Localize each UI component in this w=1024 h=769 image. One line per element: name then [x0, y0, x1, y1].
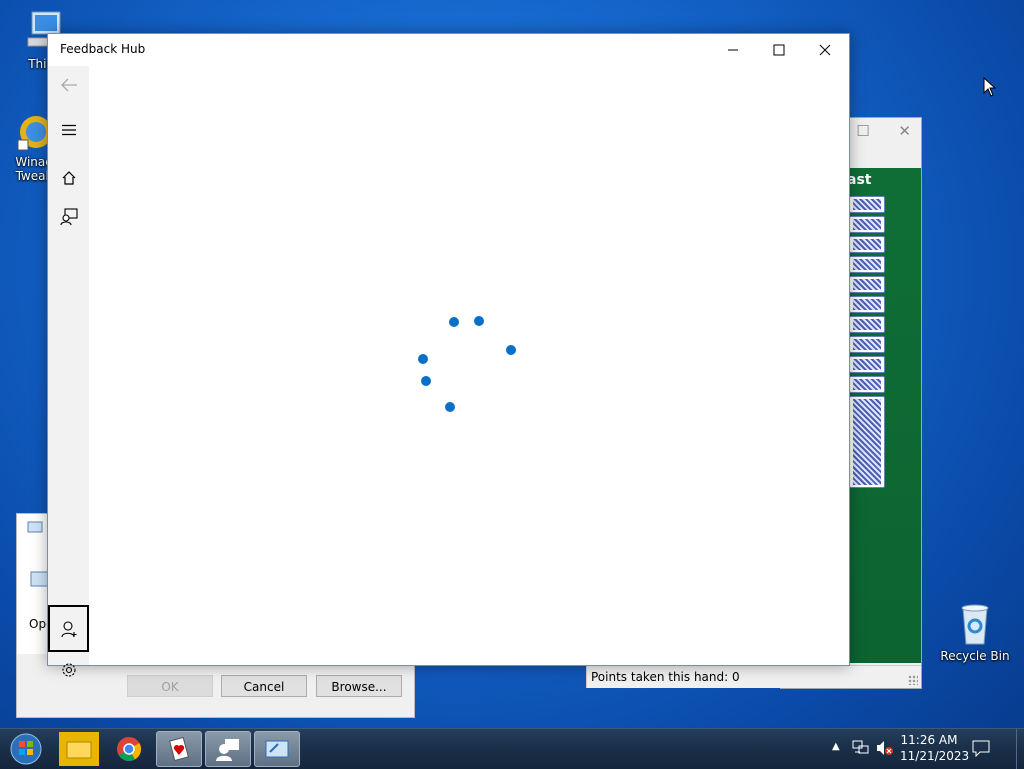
card-back: [849, 196, 885, 213]
card-back: [849, 216, 885, 233]
back-icon: [60, 78, 77, 92]
cancel-button[interactable]: Cancel: [221, 675, 307, 697]
maximize-button[interactable]: [756, 34, 802, 66]
hearts-caption-buttons: ☐ ✕: [856, 122, 911, 140]
card-back: [849, 336, 885, 353]
show-hidden-icons-button[interactable]: ▲: [832, 741, 840, 752]
close-icon: [819, 44, 831, 56]
card-back: [849, 276, 885, 293]
spinner-dot: [474, 316, 484, 326]
feedback-hub-app-icon: [216, 739, 239, 761]
clock-time: 11:26 AM: [900, 733, 958, 747]
run-icon: [27, 521, 43, 533]
card-back: [849, 376, 885, 393]
browse-button[interactable]: Browse...: [316, 675, 402, 697]
card-back: [849, 396, 885, 488]
navigation-rail: [48, 66, 89, 677]
card-back: [849, 256, 885, 273]
taskbar-file-explorer[interactable]: [56, 731, 102, 767]
ok-button[interactable]: OK: [127, 675, 213, 697]
hamburger-menu-icon: [61, 124, 76, 136]
spinner-dot: [506, 345, 516, 355]
taskbar-feedback-hub[interactable]: [205, 731, 251, 767]
minimize-icon: [728, 49, 738, 51]
add-account-icon: [60, 620, 76, 637]
hearts-app-icon: [169, 736, 189, 762]
taskbar: ▲ 11:26 AM 11/21/2023: [0, 728, 1024, 769]
taskbar-chrome[interactable]: [106, 731, 152, 767]
window-title: Feedback Hub: [60, 42, 146, 56]
player-name-label: ast: [847, 172, 872, 188]
minimize-button[interactable]: [710, 34, 756, 66]
home-icon: [62, 171, 75, 185]
resize-grip-icon[interactable]: [908, 675, 918, 685]
network-icon[interactable]: [852, 740, 870, 756]
spinner-dot: [421, 376, 431, 386]
spinner-dot: [418, 354, 428, 364]
start-orb-icon: [10, 733, 42, 765]
spinner-dot: [449, 317, 459, 327]
maximize-icon: [773, 44, 785, 56]
close-icon[interactable]: ✕: [898, 122, 911, 140]
add-account-button[interactable]: [48, 605, 89, 652]
clock[interactable]: 11:26 AM 11/21/2023: [900, 732, 970, 764]
taskbar-run[interactable]: [254, 731, 300, 767]
hearts-status-bar: Points taken this hand: 0: [586, 665, 921, 688]
card-back: [849, 316, 885, 333]
close-button[interactable]: [802, 34, 848, 66]
show-desktop-button[interactable]: [1016, 729, 1024, 769]
taskbar-hearts[interactable]: [156, 731, 202, 767]
feedback-hub-window[interactable]: Feedback Hub: [47, 33, 850, 677]
back-button[interactable]: [48, 66, 89, 104]
settings-icon: [61, 663, 76, 677]
volume-muted-icon[interactable]: [876, 740, 894, 756]
points-status-text: Points taken this hand: 0: [591, 670, 740, 684]
nav-home[interactable]: [48, 159, 89, 197]
settings-button[interactable]: [48, 651, 89, 689]
card-back: [849, 356, 885, 373]
start-button[interactable]: [4, 731, 48, 767]
mouse-cursor-icon: [983, 77, 997, 97]
card-back: [849, 236, 885, 253]
file-explorer-icon: [59, 732, 99, 766]
feedback-icon: [59, 208, 78, 226]
card-back: [849, 296, 885, 313]
chrome-icon: [117, 737, 142, 762]
maximize-icon[interactable]: ☐: [856, 122, 869, 140]
spinner-dot: [445, 402, 455, 412]
desktop-icon-label: Recycle Bin: [940, 649, 1010, 663]
run-app-icon: [265, 740, 289, 758]
recycle-bin-icon: [961, 604, 989, 645]
clock-date: 11/21/2023: [900, 749, 970, 763]
nav-feedback[interactable]: [48, 198, 89, 236]
action-center-icon[interactable]: [972, 740, 990, 757]
desktop-icon-recycle-bin[interactable]: Recycle Bin: [937, 602, 1013, 663]
menu-button[interactable]: [48, 111, 89, 149]
